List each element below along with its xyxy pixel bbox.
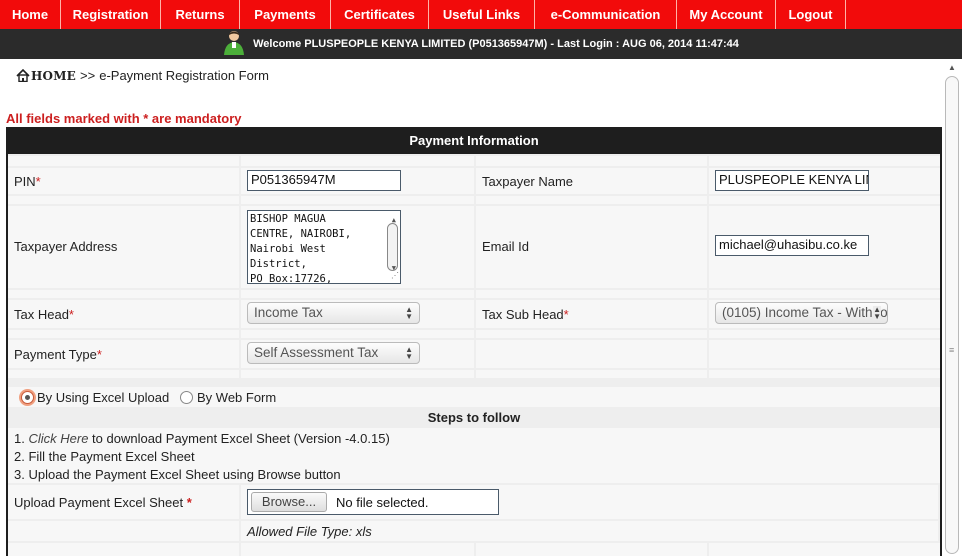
breadcrumb-current: e-Payment Registration Form <box>99 68 269 83</box>
nav-e-communication[interactable]: e-Communication <box>535 0 677 29</box>
web-form-radio[interactable] <box>180 391 193 404</box>
step-3: 3. Upload the Payment Excel Sheet using … <box>14 467 341 482</box>
excel-upload-label[interactable]: By Using Excel Upload <box>37 390 169 405</box>
select-arrows-icon: ▲ ▼ <box>873 305 881 321</box>
browse-button[interactable]: Browse... <box>251 492 327 512</box>
select-arrows-icon: ▲ ▼ <box>405 345 413 361</box>
main-content: HOME >> e-Payment Registration Form All … <box>0 59 943 556</box>
tax-sub-head-label: Tax Sub Head* <box>482 307 569 322</box>
upload-file-input[interactable]: Browse... No file selected. <box>247 489 499 515</box>
tax-sub-head-value: (0105) Income Tax - Withholding <box>722 305 888 320</box>
page-scrollbar[interactable]: ▲ ≡ <box>943 59 962 556</box>
mandatory-note: All fields marked with * are mandatory <box>6 111 242 126</box>
taxpayer-name-label: Taxpayer Name <box>482 174 574 189</box>
payment-type-label: Payment Type* <box>14 347 102 362</box>
upload-label: Upload Payment Excel Sheet * <box>14 495 192 510</box>
download-excel-link[interactable]: Click Here <box>28 431 88 446</box>
upload-mode-row: By Using Excel Upload By Web Form <box>8 387 940 407</box>
user-avatar-icon <box>224 31 245 55</box>
row-address-email: Taxpayer Address BISHOP MAGUA CENTRE, NA… <box>8 206 940 288</box>
breadcrumb-separator: >> <box>80 68 96 83</box>
step-2: 2. Fill the Payment Excel Sheet <box>14 449 195 464</box>
spacer-row <box>8 330 940 338</box>
email-field[interactable]: michael@uhasibu.co.ke <box>715 235 869 256</box>
home-icon[interactable] <box>16 69 30 82</box>
nav-spacer <box>846 0 962 29</box>
steps-title: Steps to follow <box>427 410 521 425</box>
breadcrumb-home[interactable]: HOME <box>31 69 76 83</box>
welcome-bar: Welcome PLUSPEOPLE KENYA LIMITED (P05136… <box>0 29 962 59</box>
spacer-row <box>8 543 940 556</box>
row-pin-name: PIN* P051365947M Taxpayer Name PLUSPEOPL… <box>8 168 940 194</box>
steps-list: 1. Click Here to download Payment Excel … <box>8 428 940 483</box>
allowed-file-type: Allowed File Type: xls <box>247 524 372 539</box>
top-navigation: Home Registration Returns Payments Certi… <box>0 0 962 29</box>
nav-registration[interactable]: Registration <box>61 0 161 29</box>
taxpayer-address-field[interactable]: BISHOP MAGUA CENTRE, NAIROBI, Nairobi We… <box>247 210 401 284</box>
row-upload: Upload Payment Excel Sheet * Browse... N… <box>8 485 940 519</box>
panel-title: Payment Information <box>8 127 940 154</box>
payment-type-value: Self Assessment Tax <box>254 345 379 360</box>
tax-sub-head-select[interactable]: (0105) Income Tax - Withholding ▲▼ <box>715 302 888 324</box>
taxpayer-address-text: BISHOP MAGUA CENTRE, NAIROBI, Nairobi We… <box>250 213 352 284</box>
scroll-grip-icon: ≡ <box>949 345 955 355</box>
nav-useful-links[interactable]: Useful Links <box>429 0 535 29</box>
nav-home[interactable]: Home <box>0 0 61 29</box>
spacer-row <box>8 196 940 204</box>
scrollbar-thumb[interactable] <box>945 76 959 554</box>
spacer-row <box>8 290 940 298</box>
excel-upload-radio[interactable] <box>21 391 34 404</box>
row-allowed: Allowed File Type: xls <box>8 521 940 541</box>
no-file-text: No file selected. <box>336 495 429 510</box>
spacer-row <box>8 370 940 378</box>
select-arrows-icon: ▲ ▼ <box>405 305 413 321</box>
nav-logout[interactable]: Logout <box>776 0 846 29</box>
payment-information-panel: Payment Information PIN* P051365947M Tax… <box>6 127 942 556</box>
taxpayer-address-label: Taxpayer Address <box>14 239 118 254</box>
pin-label: PIN* <box>14 174 41 189</box>
pin-field[interactable]: P051365947M <box>247 170 401 191</box>
row-tax-head: Tax Head* Income Tax ▲ ▼ Tax Sub Head* (0… <box>8 300 940 328</box>
tax-head-select[interactable]: Income Tax ▲ ▼ <box>247 302 420 324</box>
row-payment-type: Payment Type* Self Assessment Tax ▲ ▼ <box>8 340 940 368</box>
nav-certificates[interactable]: Certificates <box>331 0 429 29</box>
scroll-up-icon[interactable]: ▲ <box>392 213 396 228</box>
payment-type-select[interactable]: Self Assessment Tax ▲ ▼ <box>247 342 420 364</box>
step-1: 1. Click Here to download Payment Excel … <box>14 431 390 446</box>
web-form-label[interactable]: By Web Form <box>197 390 276 405</box>
tax-head-value: Income Tax <box>254 305 323 320</box>
resize-grip-icon[interactable]: ⋰ <box>391 268 399 283</box>
breadcrumb: HOME >> e-Payment Registration Form <box>16 68 269 83</box>
email-label: Email Id <box>482 239 529 254</box>
nav-returns[interactable]: Returns <box>161 0 240 29</box>
nav-my-account[interactable]: My Account <box>677 0 776 29</box>
spacer-row <box>8 156 940 166</box>
nav-payments[interactable]: Payments <box>240 0 331 29</box>
tax-head-label: Tax Head* <box>14 307 74 322</box>
taxpayer-name-field[interactable]: PLUSPEOPLE KENYA LIMITED <box>715 170 869 191</box>
scroll-up-icon[interactable]: ▲ <box>948 63 956 72</box>
welcome-text: Welcome PLUSPEOPLE KENYA LIMITED (P05136… <box>253 38 739 50</box>
